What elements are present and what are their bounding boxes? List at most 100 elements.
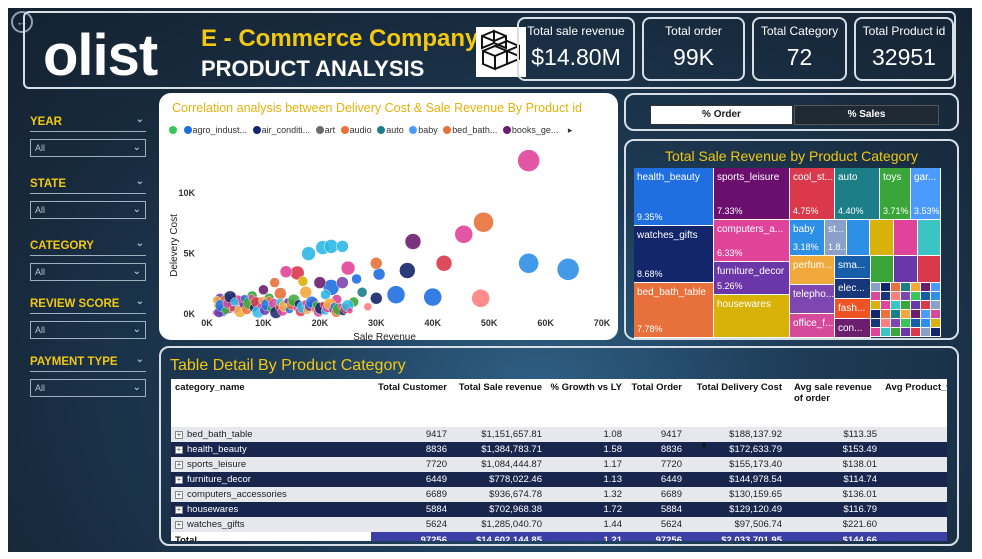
scatter-point[interactable] [301, 246, 316, 261]
table-viewport[interactable]: category_name Total Customer Total Sale … [171, 379, 947, 541]
treemap-tile[interactable]: watches_gifts 8.68% [634, 226, 714, 283]
treemap-tile-small[interactable] [911, 301, 921, 310]
payment-type-dropdown[interactable]: All ⌄ [30, 379, 146, 397]
treemap-tile-small[interactable] [871, 310, 881, 319]
table-row[interactable]: + housewares 5884 $702,968.38 1.72 5884 $129,1… [171, 502, 947, 517]
scatter-point[interactable] [363, 302, 373, 312]
treemap-tile-small[interactable] [921, 283, 931, 292]
treemap-tile[interactable]: telepho... [790, 285, 835, 314]
treemap-tile-small[interactable] [881, 310, 891, 319]
scatter-point[interactable] [336, 276, 349, 289]
col-header[interactable]: Total Order [626, 379, 686, 415]
treemap-tile[interactable]: cool_st... 4.75% [790, 168, 835, 220]
treemap-tile[interactable]: health_beauty 9.35% [634, 168, 714, 226]
expand-plus-icon[interactable]: + [175, 476, 183, 484]
treemap-tile-small[interactable] [911, 328, 921, 337]
scatter-point[interactable] [517, 149, 540, 172]
treemap-tile-small[interactable] [891, 301, 901, 310]
scatter-point[interactable] [230, 297, 239, 306]
treemap-tile-small[interactable] [891, 328, 901, 337]
scatter-point[interactable] [370, 292, 383, 305]
treemap-tile-small[interactable] [881, 328, 891, 337]
treemap-tile-small[interactable] [921, 301, 931, 310]
col-header[interactable]: Total Delivery Cost [686, 379, 786, 415]
scatter-point[interactable] [340, 260, 356, 276]
scatter-point[interactable] [471, 289, 490, 308]
treemap-tile-small[interactable] [901, 328, 911, 337]
treemap-tile-small[interactable] [931, 283, 941, 292]
scatter-point[interactable] [346, 307, 354, 314]
table-row[interactable]: + sports_leisure 7720 $1,084,444.87 1.17 7720… [171, 457, 947, 472]
treemap-tile-small[interactable] [911, 319, 921, 328]
col-header[interactable]: category_name [171, 379, 371, 415]
legend-item[interactable]: agro_indust... [183, 125, 247, 135]
treemap-tile-small[interactable] [871, 301, 881, 310]
treemap-tile[interactable]: toys 3.71% [880, 168, 911, 220]
col-header[interactable]: Avg Product_w [881, 379, 947, 415]
scatter-point[interactable] [556, 258, 580, 281]
legend-item[interactable] [169, 125, 178, 135]
legend-item[interactable]: bed_bath... [443, 125, 497, 135]
treemap-tile[interactable]: bed_bath_table 7.78% [634, 283, 714, 338]
treemap-tile[interactable]: con... [835, 319, 871, 338]
treemap-tile-small[interactable] [881, 301, 891, 310]
scatter-point[interactable] [351, 273, 362, 285]
scatter-point[interactable] [435, 255, 453, 272]
expand-plus-icon[interactable]: + [175, 521, 183, 529]
scatter-point[interactable] [336, 240, 349, 253]
scatter-point[interactable] [370, 257, 383, 270]
scatter-point[interactable] [454, 225, 473, 244]
treemap-tile[interactable]: auto 4.40% [835, 168, 880, 220]
treemap-tile-small[interactable] [871, 328, 881, 337]
treemap-tile-small[interactable] [901, 292, 911, 301]
treemap-tile-small[interactable] [901, 319, 911, 328]
scatter-point[interactable] [404, 233, 422, 250]
treemap-tile-small[interactable] [921, 328, 931, 337]
chevron-down-icon[interactable]: ⌄ [136, 114, 144, 125]
sort-desc-icon[interactable]: ▼ [700, 441, 708, 450]
treemap-tile[interactable]: sma... [835, 256, 871, 279]
treemap-tile-small[interactable] [894, 220, 918, 256]
treemap-tile[interactable]: fash... [835, 299, 871, 319]
chevron-down-icon[interactable]: ⌄ [136, 176, 144, 187]
treemap-tile[interactable]: baby 3.18% [790, 220, 825, 256]
treemap-tile-small[interactable] [918, 220, 941, 256]
treemap-tile[interactable]: elec... [835, 279, 871, 299]
treemap-tile-small[interactable] [931, 301, 941, 310]
legend-item[interactable]: books_ge... [502, 125, 558, 135]
legend-item[interactable]: art [315, 125, 335, 135]
expand-plus-icon[interactable]: + [175, 491, 183, 499]
treemap-tile[interactable]: sports_leisure 7.33% [714, 168, 790, 220]
review-score-dropdown[interactable]: All ⌄ [30, 321, 146, 339]
treemap-tile-small[interactable] [911, 292, 921, 301]
treemap-tile-small[interactable] [891, 292, 901, 301]
treemap-tile-small[interactable] [847, 220, 870, 256]
scatter-point[interactable] [518, 253, 539, 274]
state-dropdown[interactable]: All ⌄ [30, 201, 146, 219]
scatter-point[interactable] [258, 284, 269, 296]
scatter-point[interactable] [372, 267, 386, 281]
category-dropdown[interactable]: All ⌄ [30, 263, 146, 281]
expand-plus-icon[interactable]: + [175, 446, 183, 454]
chevron-down-icon[interactable]: ⌄ [136, 354, 144, 365]
treemap-tile-small[interactable] [918, 256, 941, 283]
treemap-tile-small[interactable] [931, 310, 941, 319]
table-row[interactable]: + bed_bath_table 9417 $1,151,657.81 1.08 9417… [171, 427, 947, 442]
scatter-point[interactable] [229, 305, 236, 312]
scatter-point[interactable] [399, 262, 416, 279]
table-row[interactable]: + computers_accessories 6689 $936,674.78 1.3… [171, 487, 947, 502]
caret-right-icon[interactable]: ▸ [568, 125, 573, 135]
col-header[interactable]: Total Customer [371, 379, 451, 415]
treemap-tile-small[interactable] [911, 310, 921, 319]
legend-item[interactable]: baby [409, 125, 438, 135]
order-percent-button[interactable]: % Order [650, 105, 793, 125]
treemap-tile-small[interactable] [891, 310, 901, 319]
col-header[interactable]: Total Sale revenue [451, 379, 546, 415]
treemap-tile-small[interactable] [871, 292, 881, 301]
scatter-point[interactable] [356, 287, 368, 298]
treemap-tile-small[interactable] [931, 328, 941, 337]
expand-plus-icon[interactable]: + [175, 506, 183, 514]
treemap-tile-small[interactable] [931, 319, 941, 328]
treemap-tile-small[interactable] [921, 310, 931, 319]
scatter-point[interactable] [323, 239, 339, 254]
